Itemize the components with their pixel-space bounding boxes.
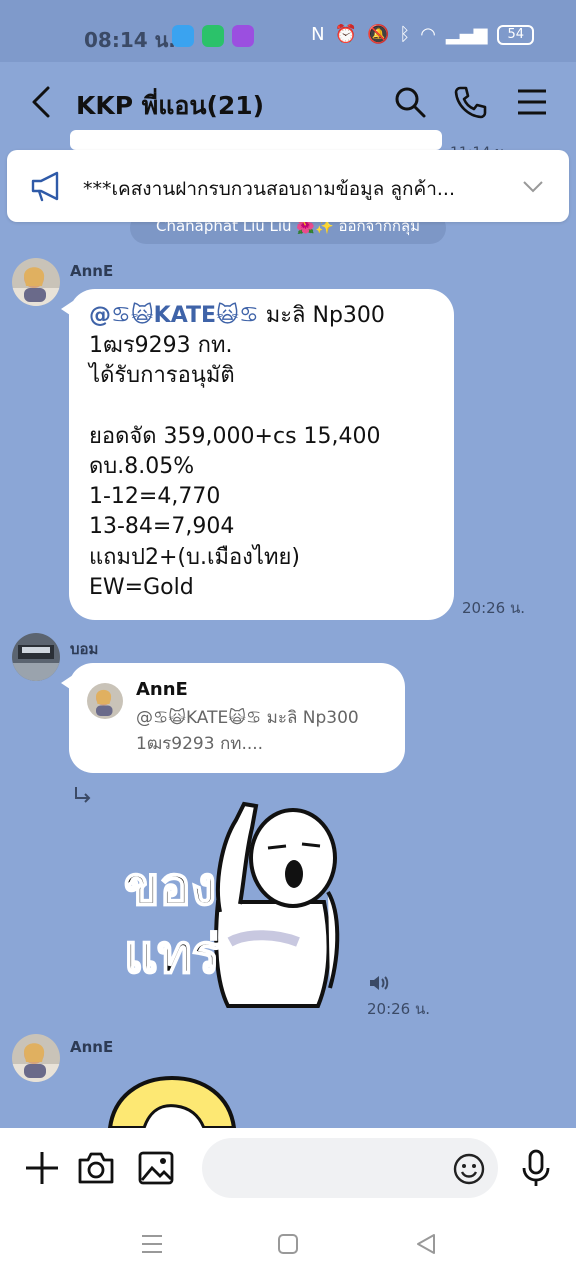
quoted-sender: AnnE	[136, 679, 188, 700]
chat-app-icon	[202, 25, 224, 47]
avatar-photo	[12, 633, 60, 681]
system-nav-bar	[0, 1206, 576, 1280]
nfc-icon: N	[311, 24, 325, 45]
message-line	[89, 392, 434, 422]
search-icon[interactable]	[390, 82, 430, 122]
reply-message-bubble[interactable]: AnnE @♋🙀KATE🙀♋ มะลิ Np300 1ฒร9293 กท....	[61, 663, 405, 773]
mute-icon: 🔕	[366, 24, 390, 45]
message-time: 20:26 น.	[462, 599, 526, 617]
message-line: 13-84=7,904	[89, 514, 235, 540]
sound-icon[interactable]	[368, 974, 392, 992]
message-line: แถมป2+(บ.เมืองไทย)	[89, 544, 300, 570]
bubble-tail	[61, 301, 73, 317]
status-time: 08:14 น.	[84, 28, 176, 52]
phone-icon[interactable]	[450, 82, 490, 122]
image-icon[interactable]	[136, 1148, 176, 1188]
nav-home-icon[interactable]	[276, 1232, 300, 1256]
notification-app-icon	[172, 25, 194, 47]
avatar-photo	[87, 683, 123, 719]
sticker-text: ของ	[124, 857, 216, 917]
avatar[interactable]	[12, 258, 60, 306]
battery-indicator: 54	[497, 24, 534, 45]
avatar[interactable]	[12, 1034, 60, 1082]
avatar-photo	[12, 258, 60, 306]
chevron-down-icon[interactable]	[521, 174, 545, 198]
back-icon[interactable]	[28, 82, 58, 122]
status-indicators: N ⏰ 🔕 ᛒ ◠ ▂▄▆ 54	[311, 24, 534, 45]
quoted-avatar	[87, 683, 123, 719]
status-bar: 08:14 น. N ⏰ 🔕 ᛒ ◠ ▂▄▆ 54	[0, 0, 576, 62]
megaphone-icon	[31, 171, 59, 202]
avatar-photo	[12, 1034, 60, 1082]
message-line: 1ฒร9293 กท.	[89, 333, 233, 359]
status-app-icons	[172, 25, 254, 47]
nav-back-icon[interactable]	[414, 1232, 438, 1256]
sticker-image[interactable]	[100, 1076, 240, 1128]
sticker-text: แทร่	[124, 925, 220, 985]
mention-tag[interactable]: @♋🙀KATE🙀♋	[89, 303, 259, 328]
camera-icon[interactable]	[76, 1148, 116, 1188]
message-line: ได้รับการอนุมัติ	[89, 363, 235, 389]
sender-name: บอม	[70, 640, 99, 658]
message-line: ดบ.8.05%	[89, 454, 195, 480]
message-bubble[interactable]: @♋🙀KATE🙀♋ มะลิ Np300 1ฒร9293 กท. ได้รับก…	[61, 289, 454, 620]
message-line: EW=Gold	[89, 574, 194, 600]
chat-title[interactable]: KKP พี่แอน(21)	[76, 86, 264, 126]
nav-menu-icon[interactable]	[140, 1232, 164, 1256]
sender-name: AnnE	[70, 262, 114, 280]
bubble-tail	[61, 675, 73, 691]
announcement-text: ***เคสงานฝากรบกวนสอบถามข้อมูล ลูกค้า...	[83, 178, 455, 200]
mic-icon[interactable]	[516, 1148, 556, 1188]
wifi-icon: ◠	[420, 24, 436, 45]
plus-icon[interactable]	[22, 1148, 62, 1188]
message-time: 20:26 น.	[367, 1000, 431, 1018]
menu-icon[interactable]	[512, 82, 552, 122]
alarm-icon: ⏰	[334, 24, 357, 45]
reply-arrow-icon[interactable]	[72, 784, 94, 806]
game-app-icon	[232, 25, 254, 47]
avatar[interactable]	[12, 633, 60, 681]
message-line: ยอดจัด 359,000+cs 15,400	[89, 423, 381, 449]
sender-name: AnnE	[70, 1038, 114, 1056]
message-first-line: @♋🙀KATE🙀♋ มะลิ Np300	[89, 301, 434, 331]
emoji-icon[interactable]	[452, 1152, 486, 1186]
sticker-image[interactable]: ของ แทร่	[118, 792, 350, 1012]
message-line: 1-12=4,770	[89, 484, 221, 510]
message-line: มะลิ Np300	[265, 303, 385, 328]
bluetooth-icon: ᛒ	[399, 24, 411, 45]
quoted-text: @♋🙀KATE🙀♋ มะลิ Np300 1ฒร9293 กท....	[136, 708, 359, 754]
signal-icon: ▂▄▆	[445, 24, 488, 45]
previous-message	[70, 130, 442, 150]
announcement-banner[interactable]: ***เคสงานฝากรบกวนสอบถามข้อมูล ลูกค้า...	[7, 150, 569, 222]
chat-header: KKP พี่แอน(21)	[0, 62, 576, 140]
